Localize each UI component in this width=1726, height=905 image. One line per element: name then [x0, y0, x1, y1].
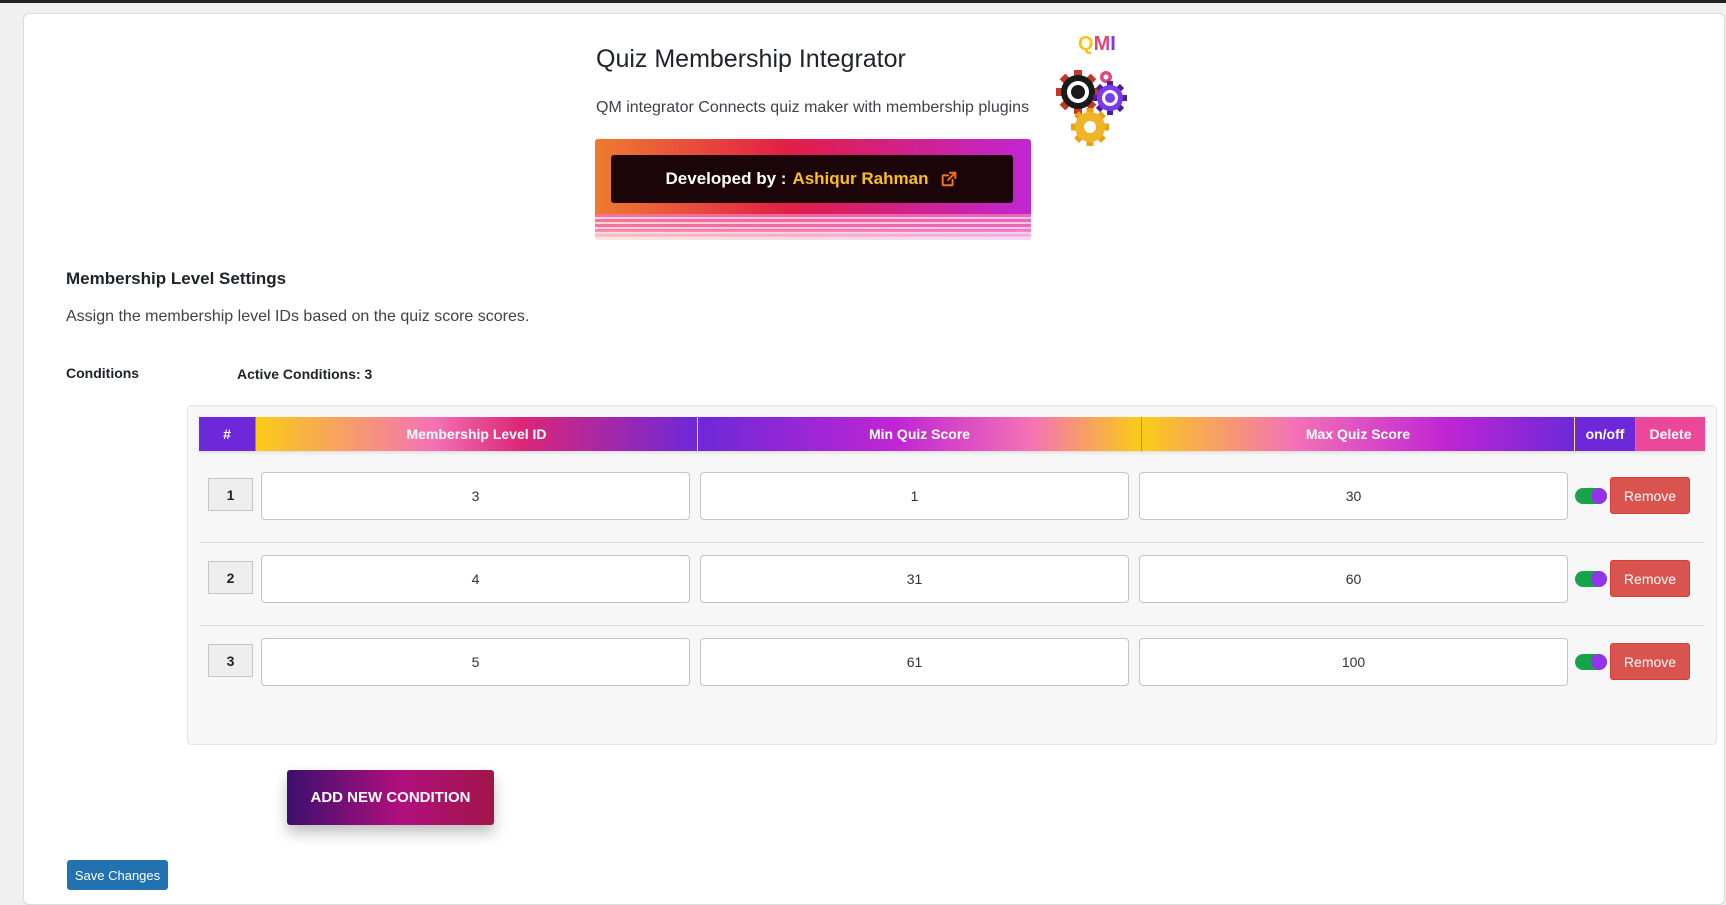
- row-number: 1: [208, 478, 253, 511]
- section-description: Assign the membership level IDs based on…: [66, 308, 530, 325]
- developer-credit[interactable]: Developed by : Ashiqur Rahman: [611, 155, 1013, 203]
- settings-panel: Quiz Membership Integrator QM integrator…: [23, 13, 1725, 905]
- header-max-score: Max Quiz Score: [1142, 417, 1575, 451]
- page-title: Quiz Membership Integrator: [596, 45, 906, 73]
- save-changes-button[interactable]: Save Changes: [67, 860, 168, 890]
- header-min-score: Min Quiz Score: [698, 417, 1142, 451]
- table-row: 1 Remove: [199, 451, 1705, 543]
- page-description: QM integrator Connects quiz maker with m…: [596, 99, 1030, 116]
- condition-toggle[interactable]: [1575, 571, 1607, 587]
- section-title: Membership Level Settings: [66, 269, 287, 288]
- toggle-knob: [1591, 654, 1607, 670]
- row-number: 2: [208, 561, 253, 594]
- max-score-input[interactable]: [1139, 555, 1568, 603]
- remove-button[interactable]: Remove: [1610, 643, 1690, 680]
- row-number: 3: [208, 644, 253, 677]
- header-delete: Delete: [1636, 417, 1705, 451]
- min-score-input[interactable]: [700, 472, 1129, 520]
- gears-logo-icon: [1056, 70, 1127, 146]
- active-conditions-count: Active Conditions: 3: [237, 366, 373, 382]
- header-membership-level: Membership Level ID: [256, 417, 698, 451]
- membership-level-input[interactable]: [261, 555, 690, 603]
- add-condition-button[interactable]: ADD NEW CONDITION: [287, 770, 494, 825]
- table-row: 3 Remove: [199, 617, 1705, 708]
- external-link-icon[interactable]: [940, 170, 958, 188]
- toggle-knob: [1591, 488, 1607, 504]
- max-score-input[interactable]: [1139, 638, 1568, 686]
- min-score-input[interactable]: [700, 555, 1129, 603]
- max-score-input[interactable]: [1139, 472, 1568, 520]
- table-header: # Membership Level ID Min Quiz Score Max…: [199, 417, 1705, 451]
- developer-banner: Developed by : Ashiqur Rahman: [595, 139, 1031, 240]
- plugin-logo: QMI: [1054, 33, 1154, 151]
- header-number: #: [199, 417, 256, 451]
- banner-stripes: [595, 214, 1031, 240]
- table-row: 2 Remove: [199, 534, 1705, 626]
- conditions-label: Conditions: [66, 365, 140, 381]
- condition-toggle[interactable]: [1575, 654, 1607, 670]
- developer-prefix: Developed by :: [665, 169, 787, 188]
- conditions-table: # Membership Level ID Min Quiz Score Max…: [187, 405, 1717, 745]
- developer-name-link[interactable]: Ashiqur Rahman: [792, 169, 928, 189]
- header-on-off: on/off: [1575, 417, 1636, 451]
- remove-button[interactable]: Remove: [1610, 560, 1690, 597]
- toggle-knob: [1591, 571, 1607, 587]
- membership-level-input[interactable]: [261, 638, 690, 686]
- min-score-input[interactable]: [700, 638, 1129, 686]
- membership-level-input[interactable]: [261, 472, 690, 520]
- admin-top-bar: [0, 0, 1726, 3]
- remove-button[interactable]: Remove: [1610, 477, 1690, 514]
- condition-toggle[interactable]: [1575, 488, 1607, 504]
